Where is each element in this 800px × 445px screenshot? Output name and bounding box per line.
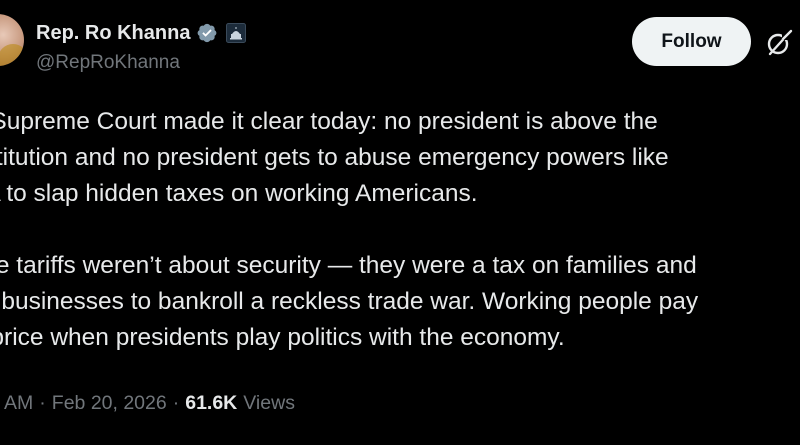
avatar-shading — [0, 44, 24, 66]
tweet-line: ose tariffs weren’t about security — the… — [0, 252, 697, 279]
tweet-line: e price when presidents play politics wi… — [0, 324, 565, 351]
meta-separator: · — [172, 392, 180, 414]
tweet-line: nstitution and no president gets to abus… — [0, 144, 669, 171]
avatar[interactable] — [0, 14, 24, 66]
author-name-row: Rep. Ro Khanna — [36, 20, 247, 46]
tweet-line: all businesses to bankroll a reckless tr… — [0, 288, 699, 315]
follow-button[interactable]: Follow — [632, 17, 751, 66]
tweet-date[interactable]: Feb 20, 2026 — [52, 392, 167, 415]
tweet-line: PA to slap hidden taxes on working Ameri… — [0, 180, 478, 207]
tweet-line: e Supreme Court made it clear today: no … — [0, 108, 658, 135]
tweet-text: e Supreme Court made it clear today: no … — [0, 104, 800, 356]
tweet-meta: 49 AM · Feb 20, 2026 · 61.6K Views — [0, 392, 295, 415]
paragraph-break — [0, 212, 800, 248]
views-label: Views — [243, 392, 295, 414]
government-building-icon[interactable] — [226, 23, 247, 43]
author-handle[interactable]: @RepRoKhanna — [36, 52, 180, 74]
display-name[interactable]: Rep. Ro Khanna — [36, 22, 190, 45]
verified-badge-icon[interactable] — [196, 22, 218, 44]
views-count: 61.6K — [185, 392, 238, 414]
meta-separator: · — [39, 392, 46, 414]
tweet-time[interactable]: 49 AM — [0, 392, 33, 415]
grok-icon[interactable] — [764, 28, 794, 58]
